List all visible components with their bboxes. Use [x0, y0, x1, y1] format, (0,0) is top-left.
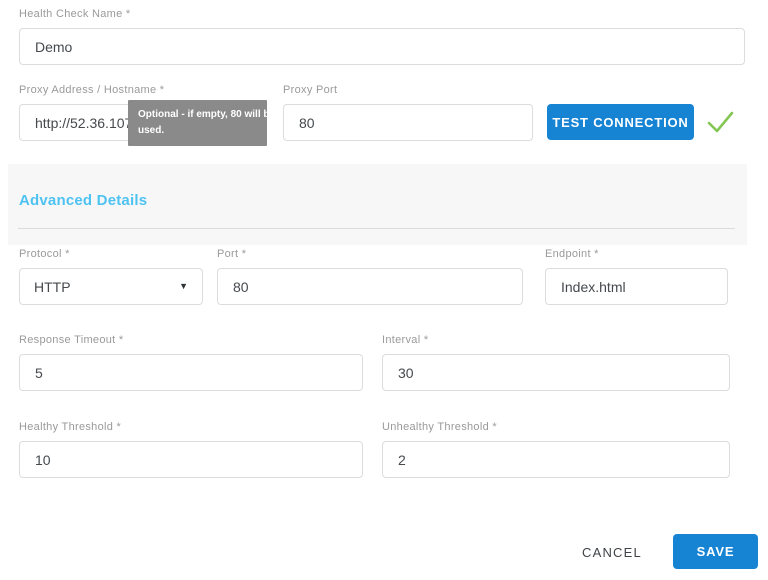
proxy-port-field: Proxy Port	[283, 84, 533, 141]
protocol-label: Protocol *	[19, 248, 203, 260]
health-check-name-label: Health Check Name *	[19, 8, 745, 20]
port-label: Port *	[217, 248, 523, 260]
tooltip-line-1: Optional - if empty, 80 will be	[138, 107, 257, 123]
advanced-details-section: Advanced Details	[8, 164, 747, 245]
protocol-selected-value: HTTP	[34, 279, 71, 295]
caret-down-icon: ▼	[179, 282, 188, 291]
endpoint-field: Endpoint *	[545, 248, 728, 305]
protocol-field: Protocol * HTTP ▼	[19, 248, 203, 305]
response-timeout-label: Response Timeout *	[19, 334, 363, 346]
unhealthy-threshold-input[interactable]	[382, 441, 730, 478]
endpoint-label: Endpoint *	[545, 248, 728, 260]
healthy-threshold-label: Healthy Threshold *	[19, 421, 363, 433]
health-check-name-field: Health Check Name *	[19, 8, 745, 65]
port-field: Port *	[217, 248, 523, 305]
proxy-address-label: Proxy Address / Hostname *	[19, 84, 266, 96]
interval-field: Interval *	[382, 334, 730, 391]
health-check-name-input[interactable]	[19, 28, 745, 65]
proxy-port-input[interactable]	[283, 104, 533, 141]
unhealthy-threshold-label: Unhealthy Threshold *	[382, 421, 730, 433]
advanced-details-title: Advanced Details	[19, 192, 147, 209]
proxy-port-label: Proxy Port	[283, 84, 533, 96]
healthy-threshold-input[interactable]	[19, 441, 363, 478]
test-connection-button[interactable]: TEST CONNECTION	[547, 104, 694, 140]
proxy-port-tooltip: Optional - if empty, 80 will be used.	[128, 100, 267, 146]
section-divider	[18, 228, 735, 229]
response-timeout-input[interactable]	[19, 354, 363, 391]
cancel-button[interactable]: CANCEL	[578, 543, 646, 562]
check-icon	[704, 106, 736, 138]
healthy-threshold-field: Healthy Threshold *	[19, 421, 363, 478]
tooltip-line-2: used.	[138, 123, 257, 139]
unhealthy-threshold-field: Unhealthy Threshold *	[382, 421, 730, 478]
health-check-form: Health Check Name * Proxy Address / Host…	[0, 0, 768, 580]
port-input[interactable]	[217, 268, 523, 305]
save-button[interactable]: SAVE	[673, 534, 758, 569]
interval-label: Interval *	[382, 334, 730, 346]
endpoint-input[interactable]	[545, 268, 728, 305]
protocol-select[interactable]: HTTP ▼	[19, 268, 203, 305]
response-timeout-field: Response Timeout *	[19, 334, 363, 391]
interval-input[interactable]	[382, 354, 730, 391]
